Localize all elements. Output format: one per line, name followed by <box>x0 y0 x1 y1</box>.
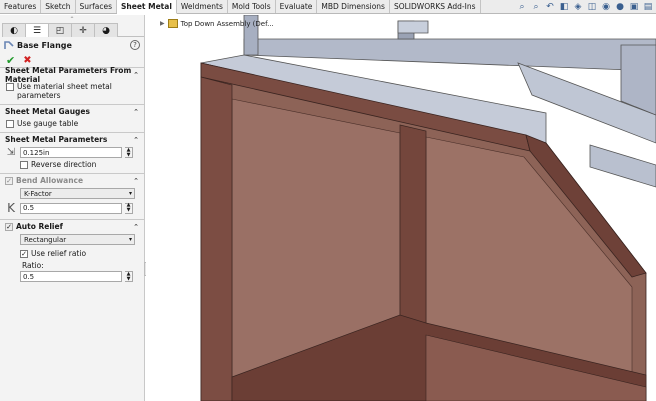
auto-relief-checkbox[interactable]: ✓ <box>5 223 13 231</box>
cancel-x-icon[interactable]: ✖ <box>23 55 31 66</box>
use-material-params-row[interactable]: Use material sheet metal parameters <box>0 81 144 101</box>
view-orientation-icon[interactable]: ◈ <box>572 1 584 13</box>
tab-solidworks-add-ins[interactable]: SOLIDWORKS Add-Ins <box>390 0 481 13</box>
collapse-caret-icon[interactable]: ⌃ <box>133 136 139 144</box>
display-style-icon[interactable]: ◫ <box>586 1 598 13</box>
tab-sketch[interactable]: Sketch <box>41 0 76 13</box>
relief-type-row: Rectangular ▾ <box>0 233 144 246</box>
frame-right-beam[interactable] <box>589 144 656 188</box>
ratio-spinner[interactable]: ▲ ▼ <box>125 271 133 282</box>
base-flange-icon <box>4 41 14 49</box>
use-relief-ratio-label: Use relief ratio <box>31 249 87 258</box>
graphics-area[interactable]: ▶ Top Down Assembly (Def... <box>146 15 656 401</box>
display-manager-tab-icon[interactable]: ◕ <box>94 23 118 37</box>
thickness-row: ⇲ 0.125in ▲ ▼ <box>0 146 144 159</box>
manager-tabs: ◐ ☰ ◰ ✛ ◕ <box>2 23 144 37</box>
group-header-material[interactable]: Sheet Metal Parameters From Material ⌃ <box>0 66 144 84</box>
feature-manager-tab-icon[interactable]: ◐ <box>2 23 26 37</box>
tab-weldments[interactable]: Weldments <box>177 0 228 13</box>
k-factor-row: K 0.5 ▲ ▼ <box>0 200 144 216</box>
thickness-input[interactable]: 0.125in <box>20 147 122 158</box>
group-header-bend-allowance[interactable]: ✓ Bend Allowance ⌃ <box>0 174 144 187</box>
relief-type-select[interactable]: Rectangular ▾ <box>20 234 135 245</box>
reverse-direction-checkbox[interactable] <box>20 161 28 169</box>
hide-show-icon[interactable]: ◉ <box>600 1 612 13</box>
tab-mold-tools[interactable]: Mold Tools <box>228 0 276 13</box>
zoom-area-icon[interactable]: ⌕ <box>530 1 542 13</box>
frame-top-rear-beam[interactable] <box>243 38 656 72</box>
feature-tree-flyout[interactable]: ▶ Top Down Assembly (Def... <box>160 19 274 28</box>
bend-type-row: K-Factor ▾ <box>0 187 144 200</box>
tab-surfaces[interactable]: Surfaces <box>76 0 118 13</box>
group-sheet-metal-parameters: Sheet Metal Parameters ⌃ ⇲ 0.125in ▲ ▼ Re… <box>0 132 144 173</box>
collapse-caret-icon[interactable]: ⌃ <box>133 177 139 185</box>
frame-rear-corner[interactable] <box>397 20 429 34</box>
use-material-params-checkbox[interactable] <box>6 83 14 91</box>
group-auto-relief: ✓ Auto Relief ⌃ Rectangular ▾ ✓ Use reli… <box>0 219 144 286</box>
k-factor-spinner[interactable]: ▲ ▼ <box>125 202 133 214</box>
scene-icon[interactable]: ▣ <box>628 1 640 13</box>
use-gauge-table-row[interactable]: Use gauge table <box>0 118 144 129</box>
tree-assembly-label: Top Down Assembly (Def... <box>180 19 274 28</box>
dimxpert-tab-icon[interactable]: ✛ <box>71 23 95 37</box>
appearance-icon[interactable]: ● <box>614 1 626 13</box>
group-header-parameters[interactable]: Sheet Metal Parameters ⌃ <box>0 133 144 146</box>
group-bend-allowance: ✓ Bend Allowance ⌃ K-Factor ▾ K 0.5 ▲ ▼ <box>0 173 144 219</box>
dropdown-arrow-icon: ▾ <box>128 236 132 243</box>
feature-header: Base Flange ? <box>0 37 144 53</box>
collapse-caret-icon[interactable]: ⌃ <box>133 108 139 116</box>
bend-allowance-checkbox[interactable]: ✓ <box>5 177 13 185</box>
group-gauges: Sheet Metal Gauges ⌃ Use gauge table <box>0 104 144 132</box>
use-gauge-table-checkbox[interactable] <box>6 120 14 128</box>
property-manager: ⌃ ◐ ☰ ◰ ✛ ◕ Base Flange ? ✔ ✖ Sheet Meta… <box>0 15 145 401</box>
tab-features[interactable]: Features <box>0 0 42 13</box>
sheet-left-post[interactable] <box>200 76 233 401</box>
use-relief-ratio-checkbox[interactable]: ✓ <box>20 250 28 258</box>
ratio-row: 0.5 ▲ ▼ <box>0 270 144 283</box>
ratio-label: Ratio: <box>22 261 44 270</box>
group-header-gauges[interactable]: Sheet Metal Gauges ⌃ <box>0 105 144 118</box>
zoom-fit-icon[interactable]: ⌕ <box>516 1 528 13</box>
dropdown-arrow-icon: ▾ <box>128 190 132 197</box>
use-material-params-label: Use material sheet metal parameters <box>17 82 112 100</box>
help-icon[interactable]: ? <box>130 40 140 50</box>
group-header-auto-relief[interactable]: ✓ Auto Relief ⌃ <box>0 220 144 233</box>
use-gauge-table-label: Use gauge table <box>17 119 79 128</box>
collapse-caret-icon[interactable]: ⌃ <box>133 223 139 231</box>
expand-arrow-icon[interactable]: ▶ <box>160 20 165 27</box>
ratio-input[interactable]: 0.5 <box>20 271 122 282</box>
k-factor-icon: K <box>7 201 15 215</box>
tab-mbd-dimensions[interactable]: MBD Dimensions <box>317 0 390 13</box>
thickness-icon: ⇲ <box>6 147 16 158</box>
model-render[interactable] <box>146 15 656 401</box>
configuration-manager-tab-icon[interactable]: ◰ <box>48 23 72 37</box>
bend-type-select[interactable]: K-Factor ▾ <box>20 188 135 199</box>
command-manager-tabs: Features Sketch Surfaces Sheet Metal Wel… <box>0 0 656 14</box>
reverse-direction-row[interactable]: Reverse direction <box>0 159 144 170</box>
view-toolbar: ⌕ ⌕ ↶ ◧ ◈ ◫ ◉ ● ▣ ▤ <box>516 1 654 13</box>
tab-sheet-metal[interactable]: Sheet Metal <box>117 0 177 14</box>
tab-evaluate[interactable]: Evaluate <box>276 0 318 13</box>
k-factor-input[interactable]: 0.5 <box>20 202 122 214</box>
group-material-parameters: Sheet Metal Parameters From Material ⌃ U… <box>0 66 144 104</box>
feature-title: Base Flange <box>17 40 72 50</box>
thickness-spinner[interactable]: ▲ ▼ <box>125 147 133 158</box>
previous-view-icon[interactable]: ↶ <box>544 1 556 13</box>
property-manager-tab-icon[interactable]: ☰ <box>25 23 49 37</box>
view-settings-icon[interactable]: ▤ <box>642 1 654 13</box>
collapse-caret-icon[interactable]: ⌃ <box>133 71 139 79</box>
reverse-direction-label: Reverse direction <box>31 160 97 169</box>
section-view-icon[interactable]: ◧ <box>558 1 570 13</box>
use-relief-ratio-row[interactable]: ✓ Use relief ratio <box>0 248 144 259</box>
assembly-icon <box>167 19 178 28</box>
panel-grip-icon[interactable]: ⌃ <box>0 15 144 23</box>
